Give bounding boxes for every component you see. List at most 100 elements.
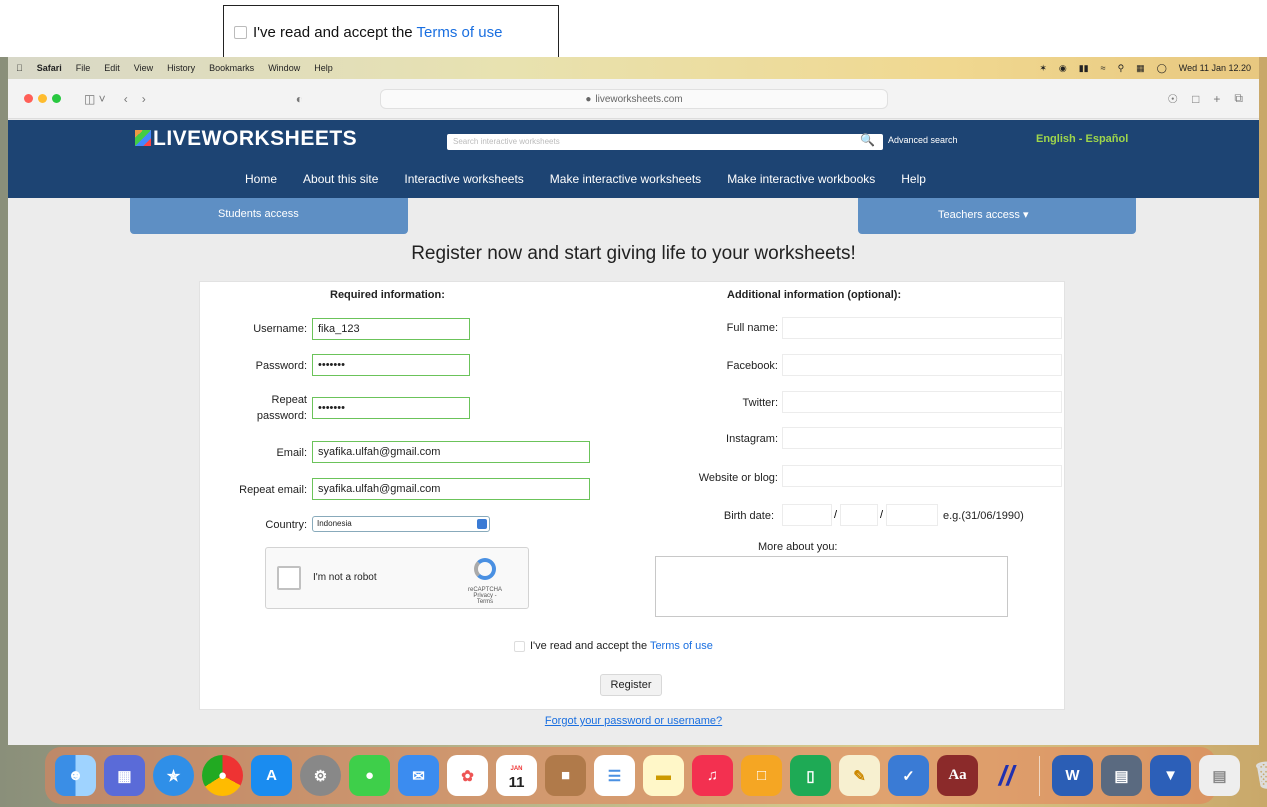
teachers-access-tab[interactable]: Teachers access ▾ bbox=[858, 198, 1136, 234]
menu-view[interactable]: View bbox=[134, 63, 153, 73]
control-center-icon[interactable]: ▦ bbox=[1136, 63, 1145, 74]
keynote-icon[interactable]: □ bbox=[741, 755, 782, 796]
launchpad-icon[interactable]: ▦ bbox=[104, 755, 145, 796]
birth-month-field[interactable] bbox=[840, 504, 878, 526]
privacy-shield-icon[interactable]: ◐ bbox=[296, 92, 303, 106]
mail-icon[interactable]: ✉ bbox=[398, 755, 439, 796]
forward-icon[interactable]: › bbox=[142, 92, 146, 106]
downloads-folder-icon[interactable]: ▼ bbox=[1150, 755, 1191, 796]
back-icon[interactable]: ‹ bbox=[124, 92, 128, 106]
fullname-field[interactable] bbox=[782, 317, 1062, 339]
zoom-window-icon[interactable] bbox=[52, 94, 61, 103]
address-bar[interactable]: ● liveworksheets.com bbox=[380, 89, 888, 109]
terms-callout: I've read and accept the Terms of use bbox=[223, 5, 559, 60]
more-about-label: More about you: bbox=[758, 541, 838, 553]
reminders-icon[interactable]: ☰ bbox=[594, 755, 635, 796]
download-icon[interactable]: ☉ bbox=[1167, 92, 1178, 106]
calendar-icon[interactable]: JAN 11 bbox=[496, 755, 537, 796]
trash-icon[interactable]: 🗑 bbox=[1248, 755, 1267, 796]
more-about-textarea[interactable] bbox=[655, 556, 1008, 617]
menu-history[interactable]: History bbox=[167, 63, 195, 73]
optional-info-title: Additional information (optional): bbox=[727, 289, 902, 301]
nav-make-worksheets[interactable]: Make interactive worksheets bbox=[550, 172, 701, 186]
preview-icon[interactable]: ▤ bbox=[1101, 755, 1142, 796]
sidebar-icon[interactable]: ◫ ˅ bbox=[84, 92, 106, 106]
menubar-clock[interactable]: Wed 11 Jan 12.20 bbox=[1179, 63, 1251, 73]
terms-text: I've read and accept the Terms of use bbox=[530, 640, 713, 652]
twitter-field[interactable] bbox=[782, 391, 1062, 413]
repeat-password-field[interactable]: ••••••• bbox=[312, 397, 470, 419]
spotlight-icon[interactable]: ⚲ bbox=[1118, 63, 1125, 74]
website-field[interactable] bbox=[782, 465, 1062, 487]
search-input[interactable]: Search interactive worksheets bbox=[447, 134, 883, 150]
apple-icon[interactable]:  bbox=[16, 63, 23, 73]
register-button[interactable]: Register bbox=[600, 674, 662, 696]
share-icon[interactable]: □ bbox=[1192, 92, 1199, 106]
password-field[interactable]: ••••••• bbox=[312, 354, 470, 376]
system-settings-icon[interactable]: ⚙ bbox=[300, 755, 341, 796]
nav-make-workbooks[interactable]: Make interactive workbooks bbox=[727, 172, 875, 186]
site-logo[interactable]: LIVEWORKSHEETS bbox=[135, 127, 357, 151]
repeat-email-label: Repeat email: bbox=[239, 484, 307, 496]
facebook-field[interactable] bbox=[782, 354, 1062, 376]
battery-icon[interactable]: ▮▮ bbox=[1079, 63, 1089, 74]
mac-dock: ☻ ▦ ✯ ● A ⚙ ● ✉ ✿ JAN 11 ■ ☰ ▬ ♫ □ ▯ ✎ ✓… bbox=[45, 747, 1267, 804]
terms-checkbox[interactable] bbox=[514, 640, 525, 652]
new-tab-icon[interactable]: + bbox=[1213, 92, 1220, 106]
teachers-access-label: Teachers access bbox=[938, 209, 1020, 221]
menu-file[interactable]: File bbox=[76, 63, 91, 73]
students-access-tab[interactable]: Students access bbox=[130, 198, 408, 234]
notes-icon[interactable]: ▬ bbox=[643, 755, 684, 796]
finder-icon[interactable]: ☻ bbox=[55, 755, 96, 796]
terms-link[interactable]: Terms of use bbox=[650, 640, 713, 652]
wifi-icon[interactable]: ≈ bbox=[1101, 63, 1106, 73]
messages-icon[interactable]: ● bbox=[349, 755, 390, 796]
word-icon[interactable]: W bbox=[1052, 755, 1093, 796]
calendar-day: 11 bbox=[508, 773, 525, 791]
bluetooth-icon[interactable]: ✶ bbox=[1039, 63, 1047, 74]
tabs-overview-icon[interactable]: ⧉ bbox=[1234, 91, 1243, 106]
contacts-icon[interactable]: ■ bbox=[545, 755, 586, 796]
focus-icon[interactable]: ◉ bbox=[1059, 63, 1067, 74]
nav-interactive-worksheets[interactable]: Interactive worksheets bbox=[404, 172, 523, 186]
country-select[interactable]: Indonesia bbox=[312, 516, 490, 532]
close-window-icon[interactable] bbox=[24, 94, 33, 103]
advanced-search-link[interactable]: Advanced search bbox=[888, 135, 958, 145]
nav-about[interactable]: About this site bbox=[303, 172, 378, 186]
menu-app-name[interactable]: Safari bbox=[37, 63, 62, 73]
safari-icon[interactable]: ✯ bbox=[153, 755, 194, 796]
birth-day-field[interactable] bbox=[782, 504, 832, 526]
email-field[interactable]: syafika.ulfah@gmail.com bbox=[312, 441, 590, 463]
recaptcha-privacy-links[interactable]: Privacy - Terms bbox=[465, 593, 505, 605]
birth-year-field[interactable] bbox=[886, 504, 938, 526]
photos-icon[interactable]: ✿ bbox=[447, 755, 488, 796]
language-switch[interactable]: English - Español bbox=[1036, 133, 1128, 145]
app-store-icon[interactable]: A bbox=[251, 755, 292, 796]
music-icon[interactable]: ♫ bbox=[692, 755, 733, 796]
forgot-password-link[interactable]: Forgot your password or username? bbox=[545, 715, 722, 727]
menu-help[interactable]: Help bbox=[314, 63, 333, 73]
date-separator-1: / bbox=[834, 509, 838, 521]
minimize-window-icon[interactable] bbox=[38, 94, 47, 103]
freeform-icon[interactable]: ✓ bbox=[888, 755, 929, 796]
menu-bookmarks[interactable]: Bookmarks bbox=[209, 63, 254, 73]
instagram-field[interactable] bbox=[782, 427, 1062, 449]
dictionary-icon[interactable]: Aa bbox=[937, 755, 978, 796]
pages-icon[interactable]: ✎ bbox=[839, 755, 880, 796]
search-icon[interactable]: 🔍 bbox=[860, 133, 875, 147]
username-field[interactable]: fika_123 bbox=[312, 318, 470, 340]
terms-callout-link[interactable]: Terms of use bbox=[417, 24, 503, 41]
menu-window[interactable]: Window bbox=[268, 63, 300, 73]
document-stack-icon[interactable]: ▤ bbox=[1199, 755, 1240, 796]
terms-callout-checkbox[interactable] bbox=[234, 26, 247, 39]
recaptcha-checkbox[interactable] bbox=[277, 566, 301, 590]
siri-icon[interactable]: ◯ bbox=[1157, 63, 1167, 74]
notability-icon[interactable]: // bbox=[986, 755, 1027, 796]
repeat-email-field[interactable]: syafika.ulfah@gmail.com bbox=[312, 478, 590, 500]
chrome-icon[interactable]: ● bbox=[202, 755, 243, 796]
menu-edit[interactable]: Edit bbox=[104, 63, 120, 73]
nav-home[interactable]: Home bbox=[245, 172, 277, 186]
nav-help[interactable]: Help bbox=[901, 172, 926, 186]
repeat-password-label: Repeat password: bbox=[256, 394, 307, 422]
numbers-icon[interactable]: ▯ bbox=[790, 755, 831, 796]
